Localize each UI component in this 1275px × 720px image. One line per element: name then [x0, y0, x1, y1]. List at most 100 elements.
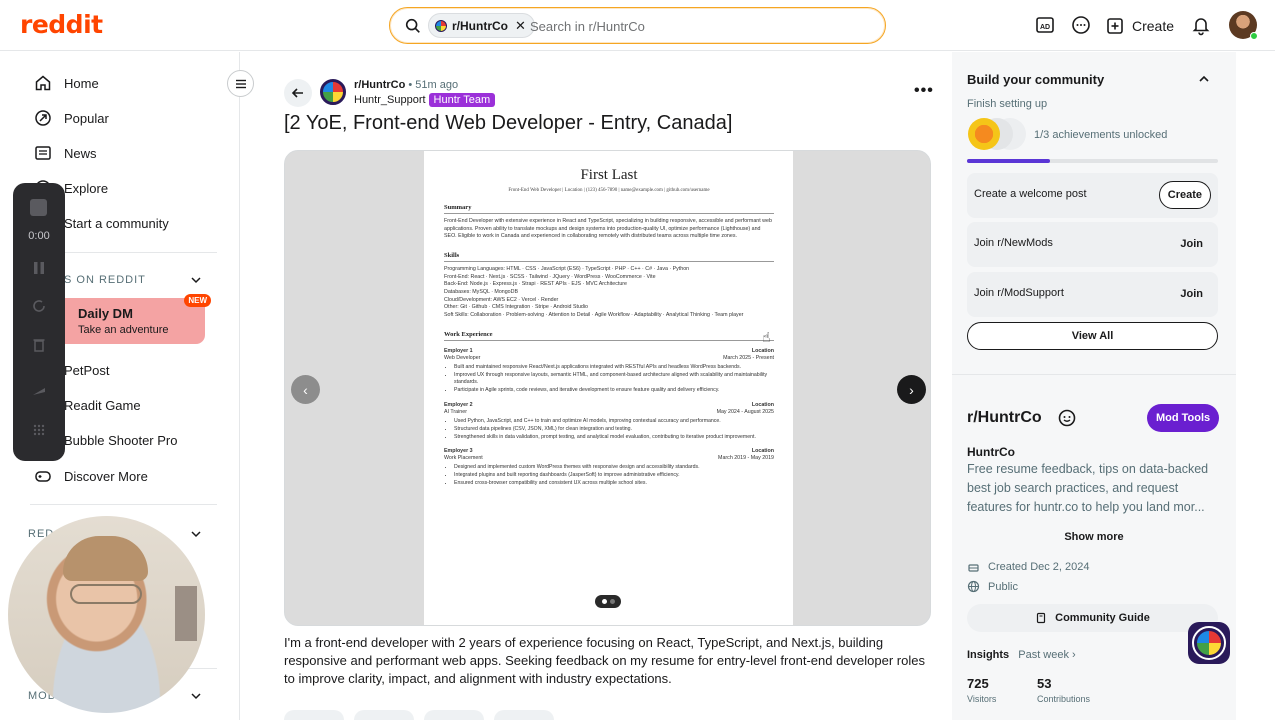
job-role-row: Web Developer March 2025 - Present	[444, 355, 774, 361]
job-role: Web Developer	[444, 354, 481, 361]
job-dates: March 2025 - Present	[723, 354, 774, 361]
gamepad-icon	[35, 471, 51, 482]
right-sidebar: Build your community Finish setting up 1…	[952, 52, 1236, 720]
resume-section-heading: Summary	[444, 204, 774, 214]
webcam-background-frame	[175, 586, 197, 641]
job-role: AI Trainer	[444, 408, 467, 415]
home-icon	[35, 75, 51, 91]
nav-label: News	[64, 145, 97, 161]
comments-button[interactable]	[354, 710, 414, 720]
post-time: • 51m ago	[408, 79, 459, 91]
sidebar-collapse-button[interactable]	[227, 70, 254, 97]
gallery-prev-button[interactable]: ‹	[291, 375, 320, 404]
new-badge: NEW	[184, 294, 211, 307]
contributions-stat: 53 Contributions	[1037, 676, 1090, 704]
daily-dm-title: Daily DM	[78, 306, 133, 321]
view-all-button[interactable]: View All	[967, 322, 1218, 350]
nav-home[interactable]: Home	[34, 73, 99, 93]
globe-icon	[967, 580, 980, 593]
game-item-readit[interactable]: Readit Game	[64, 395, 141, 415]
advertise-icon[interactable]: AD	[1034, 14, 1056, 36]
search-input[interactable]	[530, 17, 860, 35]
huntr-app-icon[interactable]	[1188, 622, 1230, 664]
create-button[interactable]: Create	[1106, 12, 1174, 40]
divider	[30, 504, 217, 505]
visitors-count: 725	[967, 676, 989, 691]
author-link[interactable]: Huntr_Support	[354, 94, 426, 106]
job-header: Employer 1 Location	[444, 348, 774, 354]
nav-news[interactable]: News	[34, 143, 97, 163]
created-label: Created Dec 2, 2024	[988, 560, 1090, 573]
gallery-pagination[interactable]	[595, 595, 621, 608]
skill-line: Front-End: React · Next.js · SCSS · Tail…	[444, 273, 656, 280]
search-scope-chip[interactable]: r/HuntrCo ✕	[428, 13, 535, 38]
job-bullets: Designed and implemented custom WordPres…	[454, 464, 774, 487]
created-date: Created Dec 2, 2024	[967, 560, 1090, 573]
job-bullet: Used Python, JavaScript, and C++ to trai…	[454, 418, 774, 426]
close-icon[interactable]: ✕	[515, 18, 526, 34]
gallery-next-button[interactable]: ›	[897, 375, 926, 404]
page-dot-active	[601, 599, 607, 604]
svg-text:AD: AD	[1040, 24, 1050, 31]
author-flair: Huntr Team	[428, 93, 496, 107]
reddit-logo[interactable]: reddit	[20, 10, 103, 39]
mod-tools-button[interactable]: Mod Tools	[1147, 404, 1220, 432]
resume-image: First Last Front-End Web Developer | Loc…	[424, 151, 793, 625]
insights-row[interactable]: Insights Past week ›	[967, 649, 1076, 661]
chat-icon[interactable]	[1070, 14, 1092, 36]
share-button[interactable]	[494, 710, 554, 720]
chevron-down-icon[interactable]	[190, 274, 202, 286]
divider	[952, 374, 1236, 375]
nav-popular[interactable]: Popular	[34, 108, 109, 128]
chevron-up-icon[interactable]	[1198, 73, 1210, 85]
restart-icon[interactable]	[30, 297, 48, 315]
user-avatar[interactable]	[1229, 11, 1258, 40]
community-description: Free resume feedback, tips on data-backe…	[967, 462, 1209, 514]
webcam-person	[63, 536, 148, 581]
menu-icon	[235, 79, 246, 88]
job-bullet: Built and maintained responsive React/Ne…	[454, 364, 774, 372]
build-community-card: Build your community Finish setting up 1…	[952, 52, 1236, 362]
draw-icon[interactable]	[30, 383, 48, 401]
edit-avatar-icon[interactable]	[1057, 408, 1077, 428]
guide-label: Community Guide	[1055, 612, 1150, 624]
grid-icon[interactable]	[30, 421, 48, 439]
resume-section-heading: Work Experience	[444, 331, 774, 341]
join-button[interactable]: Join	[1172, 280, 1211, 308]
pause-icon[interactable]	[30, 259, 48, 277]
trash-icon[interactable]	[30, 336, 48, 354]
show-more-link[interactable]: Show more	[952, 531, 1236, 543]
search-bar[interactable]: r/HuntrCo ✕	[389, 7, 886, 44]
vote-button[interactable]	[284, 710, 344, 720]
subreddit-link[interactable]: r/HuntrCo	[354, 79, 405, 91]
online-indicator	[1250, 32, 1258, 40]
job-role-row: AI Trainer May 2024 - August 2025	[444, 409, 774, 415]
image-gallery[interactable]: First Last Front-End Web Developer | Loc…	[284, 150, 931, 626]
create-post-button[interactable]: Create	[1158, 181, 1211, 209]
nav-discover-more[interactable]: Discover More	[34, 466, 148, 486]
visitors-stat: 725 Visitors	[967, 676, 996, 704]
chevron-down-icon[interactable]	[190, 528, 202, 540]
more-options-icon[interactable]: •••	[914, 82, 934, 100]
book-icon	[1037, 612, 1046, 624]
contributions-label: Contributions	[1037, 694, 1091, 704]
chevron-down-icon[interactable]	[190, 690, 202, 702]
game-item-petpost[interactable]: PetPost	[64, 360, 110, 380]
job-location: Location	[751, 448, 774, 455]
stop-record-button[interactable]	[30, 199, 47, 216]
join-button[interactable]: Join	[1172, 230, 1211, 258]
bell-icon[interactable]	[1190, 14, 1212, 36]
award-button[interactable]	[424, 710, 484, 720]
chevron-right-icon: ›	[909, 381, 914, 398]
search-icon	[405, 18, 420, 33]
insights-range[interactable]: Past week ›	[1018, 649, 1075, 661]
job-dates: March 2019 - May 2019	[718, 455, 774, 462]
community-guide-button[interactable]: Community Guide	[967, 604, 1218, 632]
visibility: Public	[967, 580, 1018, 593]
nav-label: Start a community	[64, 215, 169, 231]
community-title: HuntrCo	[967, 445, 1015, 459]
game-item-bubble-shooter[interactable]: Bubble Shooter Pro	[64, 430, 177, 450]
back-button[interactable]	[284, 79, 312, 107]
subreddit-icon[interactable]	[320, 79, 346, 105]
job-bullets: Used Python, JavaScript, and C++ to trai…	[454, 418, 774, 441]
